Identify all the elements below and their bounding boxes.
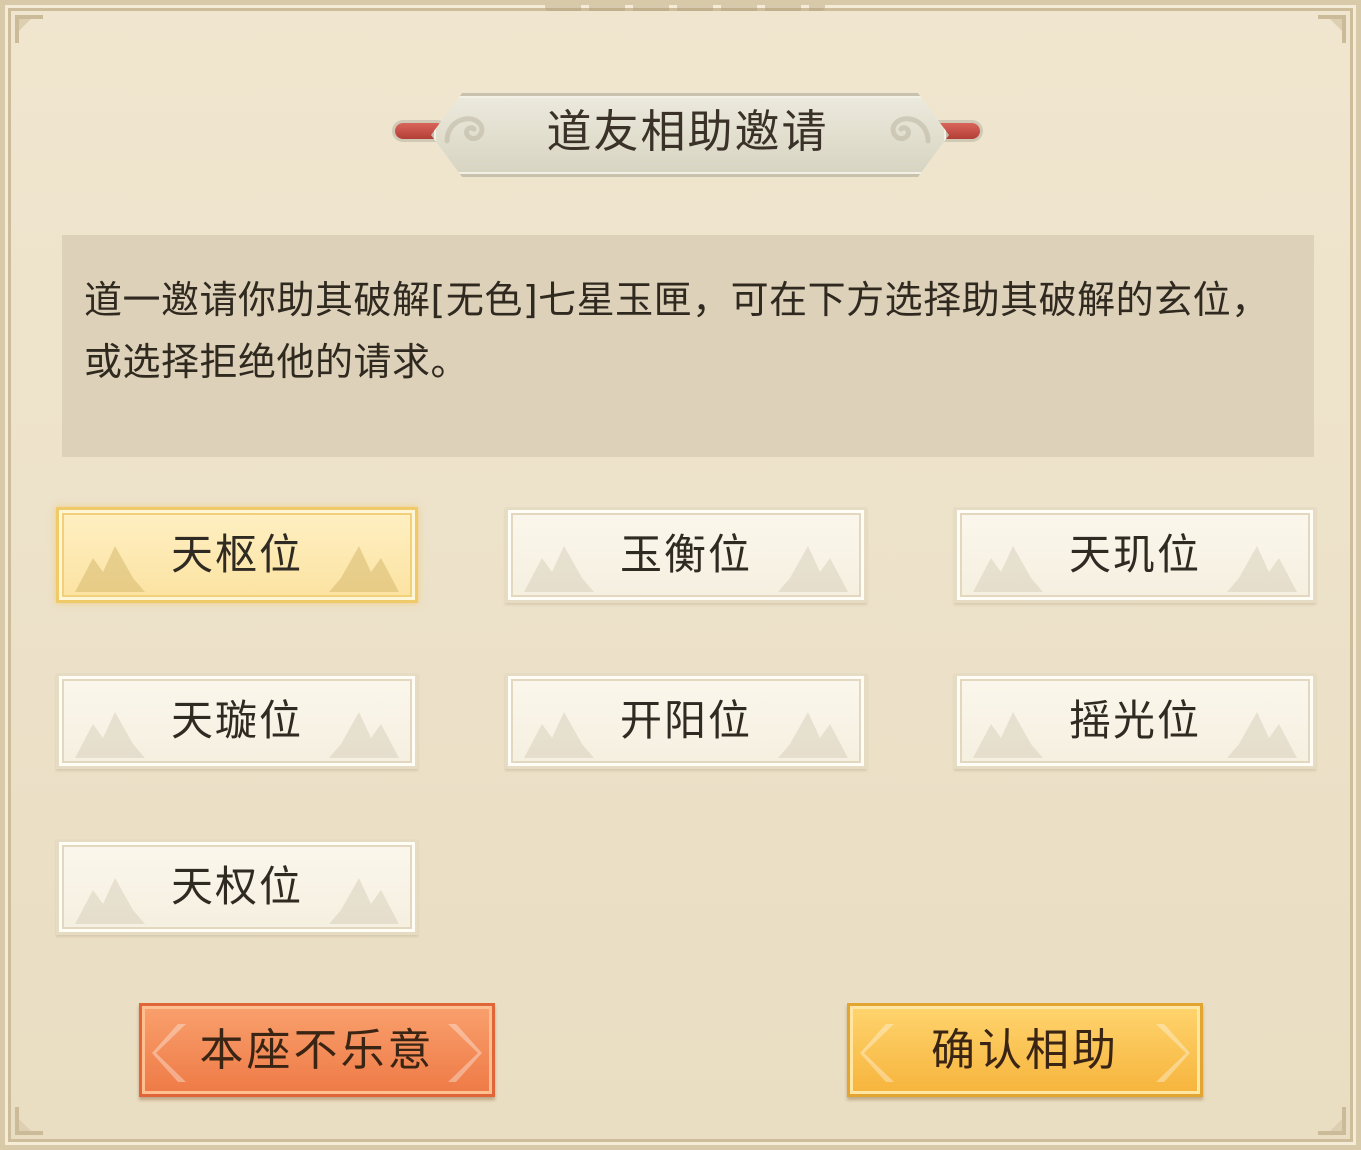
position-label: 开阳位 — [619, 696, 752, 745]
position-button-tianji[interactable]: 天玑位 — [954, 507, 1316, 603]
position-button-tianquan[interactable]: 天权位 — [56, 839, 418, 935]
confirm-button[interactable]: 确认相助 — [847, 1003, 1203, 1097]
position-label: 摇光位 — [1068, 696, 1201, 745]
position-label: 天权位 — [170, 862, 303, 911]
position-button-yaoguang[interactable]: 摇光位 — [954, 673, 1316, 769]
position-button-tianshu[interactable]: 天枢位 — [56, 507, 418, 603]
decline-label: 本座不乐意 — [199, 1025, 435, 1076]
position-label: 天玑位 — [1068, 530, 1201, 579]
position-label: 玉衡位 — [619, 530, 752, 579]
invite-dialog: 道友相助邀请 道一邀请你助其破解[无色]七星玉匣，可在下方选择助其破解的玄位，或… — [0, 0, 1361, 1150]
decline-button[interactable]: 本座不乐意 — [139, 1003, 495, 1097]
position-label: 天枢位 — [170, 530, 303, 579]
position-label: 天璇位 — [170, 696, 303, 745]
corner-ornament — [15, 1107, 43, 1135]
corner-ornament — [1318, 1107, 1346, 1135]
invite-message: 道一邀请你助其破解[无色]七星玉匣，可在下方选择助其破解的玄位，或选择拒绝他的请… — [84, 278, 1270, 384]
position-button-kaiyang[interactable]: 开阳位 — [505, 673, 867, 769]
background-window-edge — [525, 5, 845, 15]
title-banner: 道友相助邀请 — [395, 87, 980, 179]
confirm-label: 确认相助 — [931, 1025, 1119, 1076]
dialog-title: 道友相助邀请 — [546, 105, 829, 158]
message-box: 道一邀请你助其破解[无色]七星玉匣，可在下方选择助其破解的玄位，或选择拒绝他的请… — [62, 235, 1314, 457]
corner-ornament — [1318, 15, 1346, 43]
position-button-tianxuan[interactable]: 天璇位 — [56, 673, 418, 769]
corner-ornament — [15, 15, 43, 43]
position-button-yuheng[interactable]: 玉衡位 — [505, 507, 867, 603]
